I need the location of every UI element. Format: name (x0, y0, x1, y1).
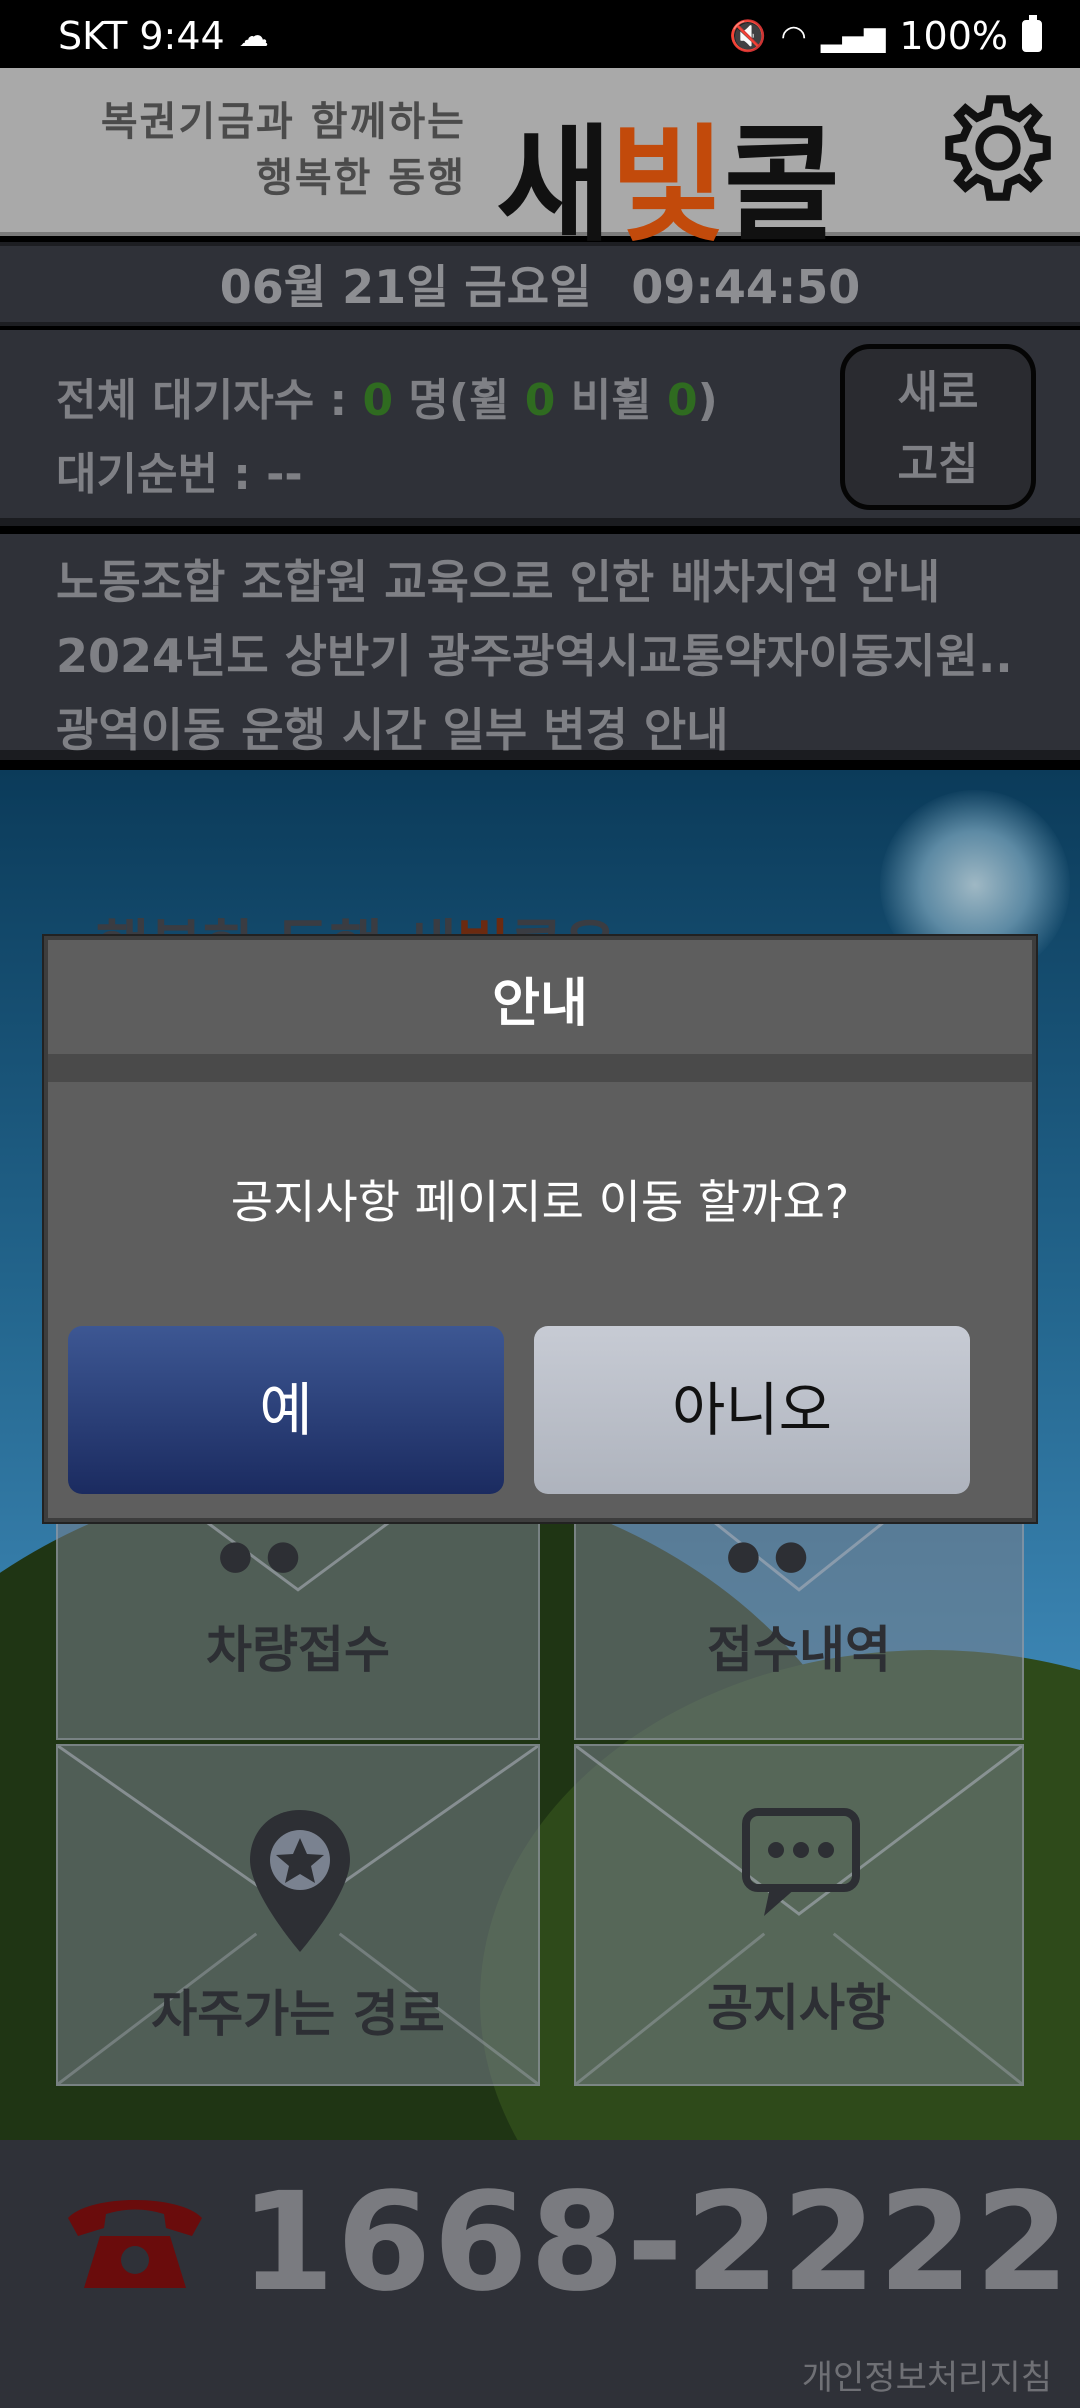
app-header: 복권기금과 함께하는 행복한 동행 새빛콜 (0, 68, 1080, 259)
status-carrier-time: SKT 9:44 (58, 14, 225, 58)
waiting-total-line: 전체 대기자수 : 0 명(휠 0 비휠 0) (56, 364, 718, 438)
frequent-routes-label: 자주가는 경로 (151, 1985, 445, 2043)
wifi-icon: ◠ (780, 18, 807, 54)
refresh-button[interactable]: 새로 고침 (840, 344, 1036, 510)
waiting-order: 대기순번 : -- (56, 449, 303, 500)
vehicle-icon: ● ● (218, 1532, 301, 1578)
waiting-info-panel: 전체 대기자수 : 0 명(휠 0 비휠 0) 대기순번 : -- 새로 고침 (0, 330, 1080, 526)
notice-item[interactable]: 2024년도 상반기 광주광역시교통약자이동지원.. (56, 620, 1013, 686)
mute-icon: 🔇 (729, 18, 767, 54)
app-logo: 새빛콜 (496, 84, 840, 266)
waiting-close-paren: ) (697, 375, 718, 426)
notice-item[interactable]: 노동조합 조합원 교육으로 인한 배차지연 안내 (56, 546, 940, 612)
frequent-routes-tile[interactable]: 자주가는 경로 (56, 1744, 540, 2086)
waiting-total-count: 0 (362, 375, 394, 426)
location-star-pin-icon (250, 1810, 350, 1952)
refresh-label-line1: 새로 (897, 367, 979, 418)
battery-icon (1022, 15, 1042, 52)
current-time: 09:44:50 (631, 260, 861, 314)
waiting-nonwheel-label: 비휠 (555, 375, 668, 426)
waiting-nonwheel-count: 0 (667, 375, 698, 426)
slogan-line2: 행복한 동행 (256, 155, 466, 201)
weather-icon: ☁ (238, 18, 269, 54)
app-screen: SKT 9:44 ☁ 🔇 ◠ ▂▄▆ 100% 복권기금과 함께하는 행복한 동… (0, 0, 1080, 2408)
logo-part2: 빛 (609, 112, 726, 259)
waiting-total-label: 전체 대기자수 : (56, 375, 363, 426)
battery-percent: 100% (899, 14, 1008, 58)
confirm-dialog: 안내 공지사항 페이지로 이동 할까요? 예 아니오 (44, 936, 1036, 1522)
slogan-line1: 복권기금과 함께하는 (100, 99, 466, 145)
status-bar: SKT 9:44 ☁ 🔇 ◠ ▂▄▆ 100% (0, 0, 1080, 68)
notice-item[interactable]: 광역이동 운행 시간 일부 변경 안내 (56, 694, 729, 760)
logo-part3: 콜 (723, 112, 840, 259)
telephone-icon[interactable] (60, 2188, 210, 2298)
notices-label: 공지사항 (707, 1979, 891, 2037)
settings-gear-icon[interactable] (940, 90, 1056, 206)
no-button[interactable]: 아니오 (534, 1326, 970, 1494)
vehicle-icon: ● ● (726, 1532, 809, 1578)
yes-button[interactable]: 예 (68, 1326, 504, 1494)
waiting-info: 전체 대기자수 : 0 명(휠 0 비휠 0) 대기순번 : -- (56, 364, 718, 512)
dialog-title: 안내 (48, 940, 1032, 1082)
refresh-label-line2: 고침 (897, 439, 979, 490)
signal-icon: ▂▄▆ (820, 19, 886, 53)
waiting-wheel-count: 0 (524, 375, 556, 426)
vehicle-request-label: 차량접수 (206, 1621, 390, 1679)
slogan: 복권기금과 함께하는 행복한 동행 (46, 94, 466, 206)
footer: 1668-2222 개인정보처리지침 (0, 2140, 1080, 2408)
date-time-bar: 06월 21일 금요일 09:44:50 (0, 242, 1080, 326)
dialog-message: 공지사항 페이지로 이동 할까요? (230, 1175, 850, 1229)
phone-number[interactable]: 1668-2222 (240, 2164, 1071, 2322)
logo-part1: 새 (496, 112, 612, 259)
notice-list: 노동조합 조합원 교육으로 인한 배차지연 안내 2024년도 상반기 광주광역… (0, 534, 1080, 760)
chat-bubble-icon (742, 1808, 860, 1916)
request-history-label: 접수내역 (707, 1621, 891, 1679)
privacy-policy-link[interactable]: 개인정보처리지침 (802, 2350, 1052, 2399)
waiting-unit-label: 명(휠 (393, 375, 525, 426)
notices-tile[interactable]: 공지사항 (574, 1744, 1024, 2086)
current-date: 06월 21일 금요일 (219, 260, 592, 314)
